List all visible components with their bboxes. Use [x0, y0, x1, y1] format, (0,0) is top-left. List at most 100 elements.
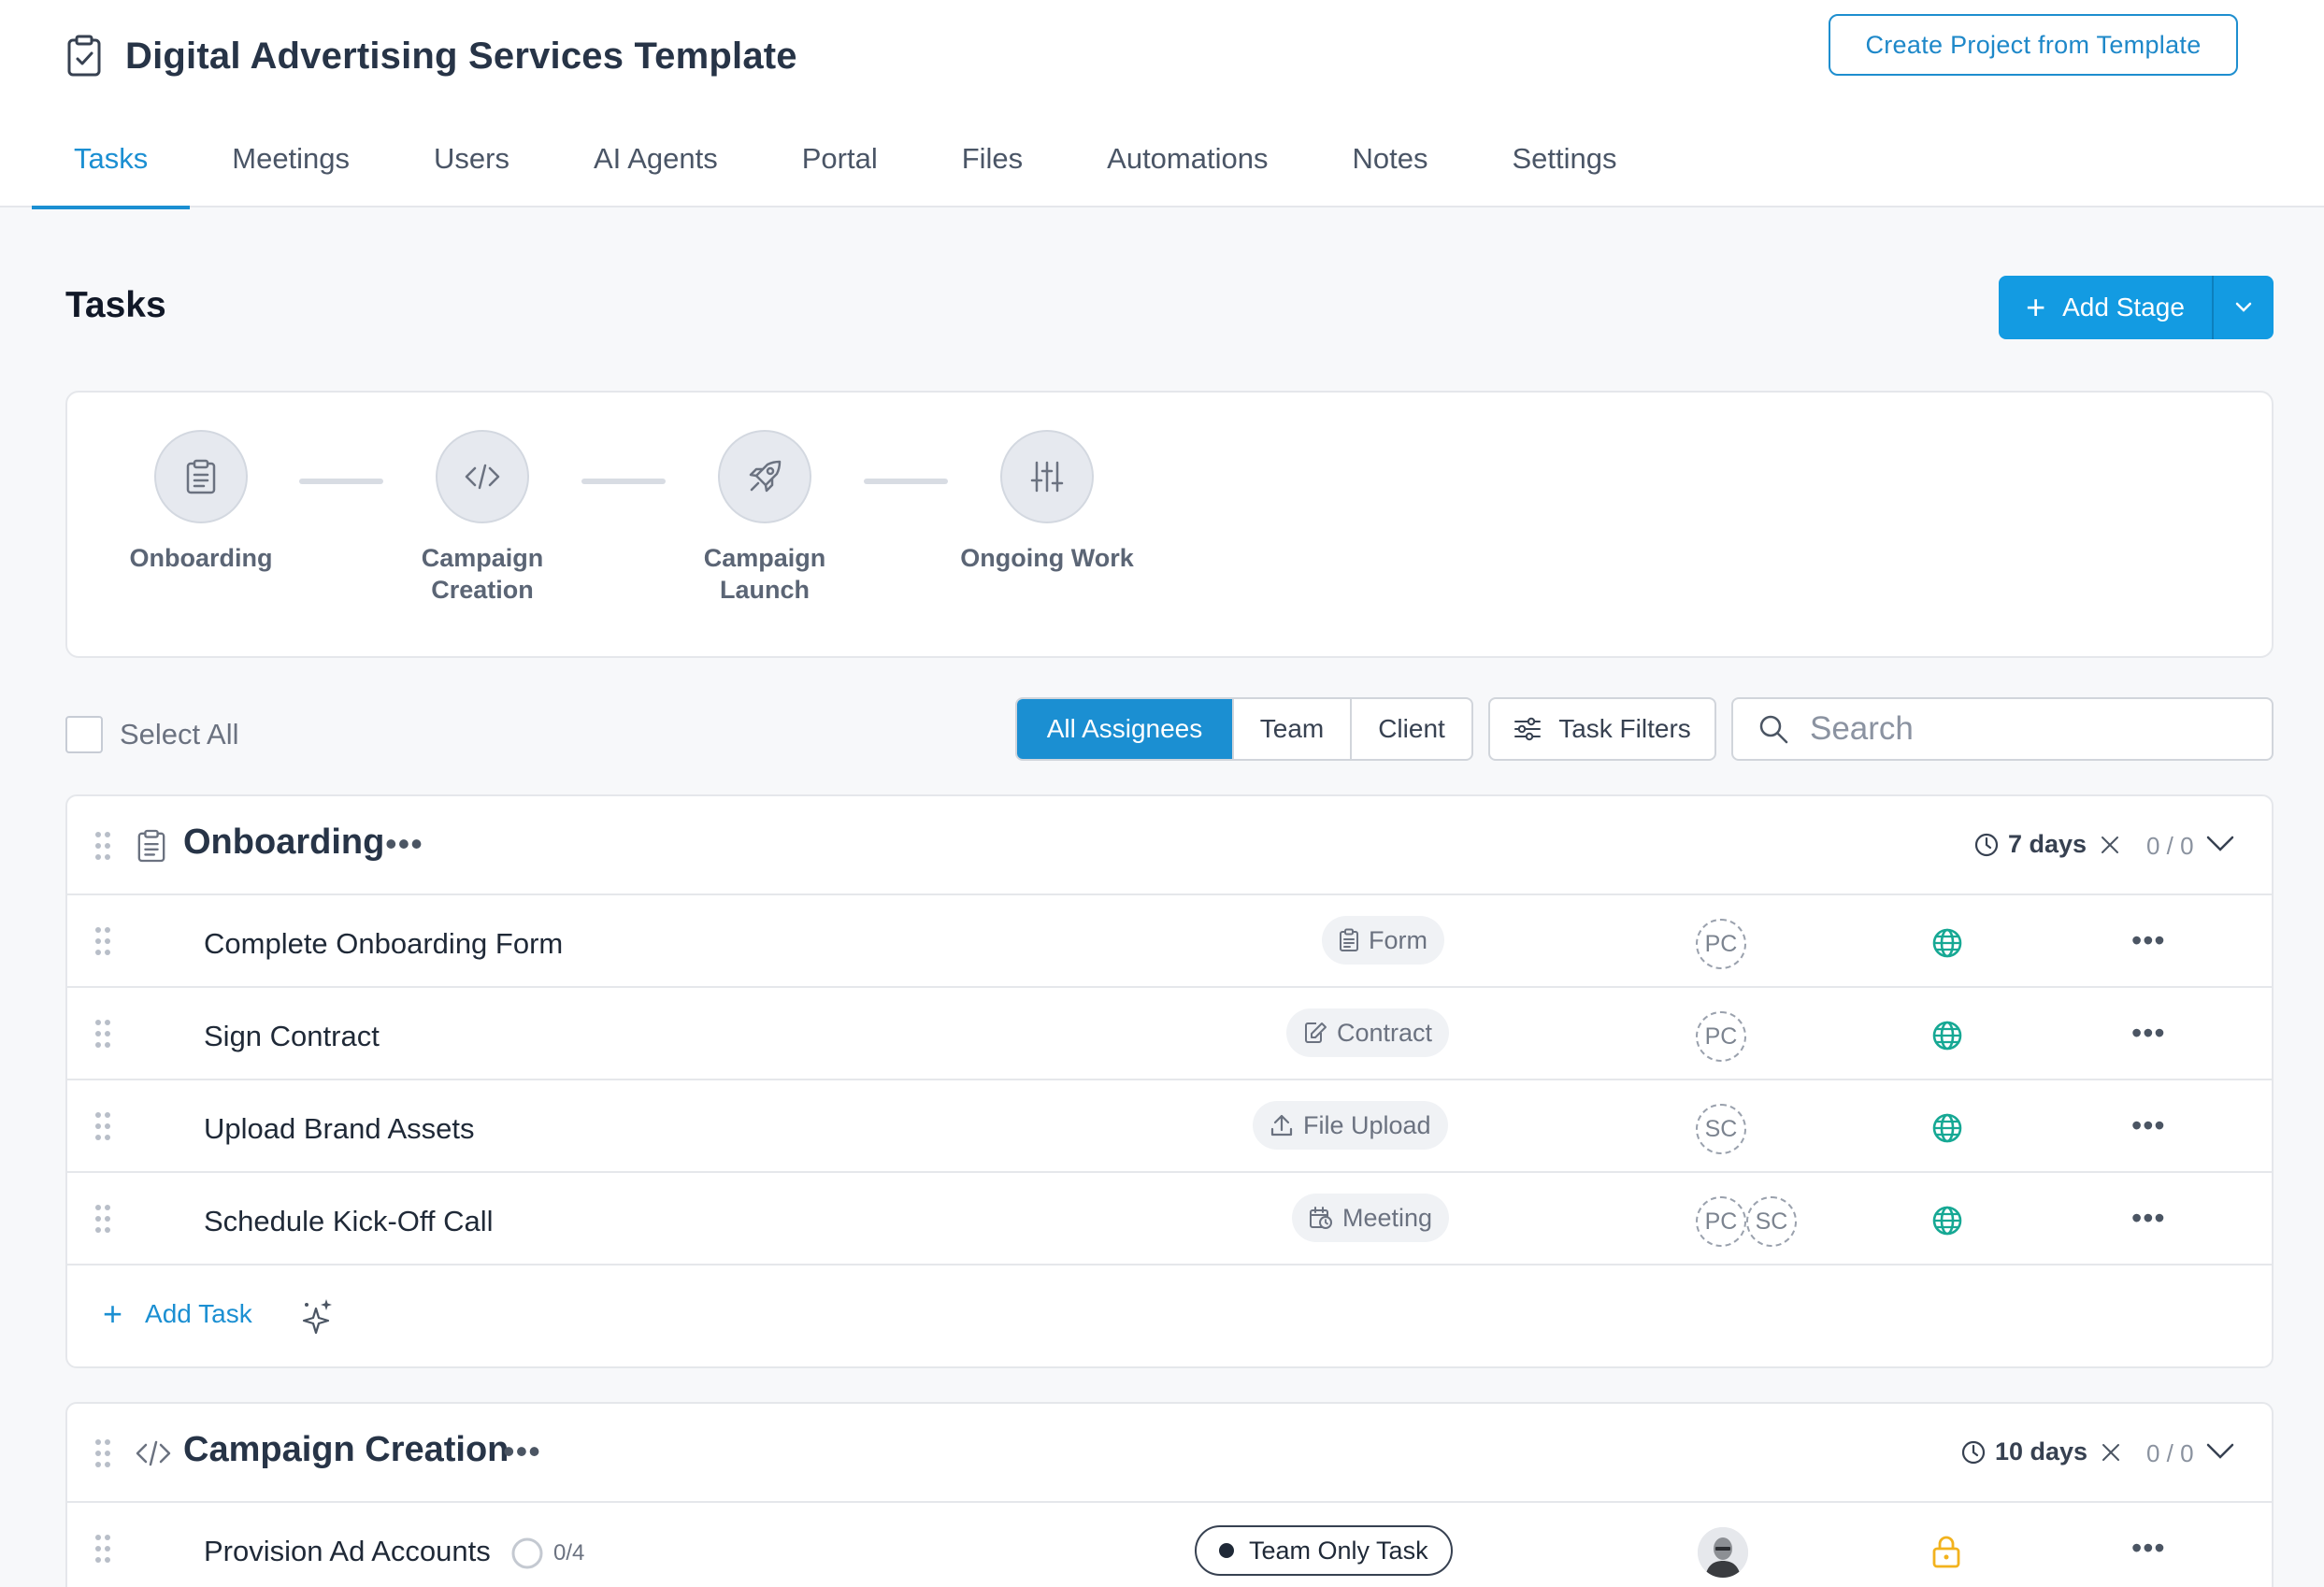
add-stage-split-button: + Add Stage — [1999, 276, 2274, 339]
stage-circle[interactable] — [1000, 430, 1094, 523]
stage-connector — [581, 479, 666, 484]
add-stage-button[interactable]: + Add Stage — [1999, 276, 2212, 339]
person-photo-icon — [1698, 1527, 1748, 1578]
lock-icon[interactable] — [1931, 1535, 1961, 1568]
stage-campaign-launch[interactable]: Campaign Launch — [671, 430, 858, 606]
top-bar: Digital Advertising Services Template Cr… — [0, 0, 2324, 209]
task-type-label: File Upload — [1303, 1110, 1431, 1139]
drag-handle-icon[interactable] — [95, 1020, 110, 1048]
globe-icon[interactable] — [1931, 1020, 1963, 1051]
assignee-filter: All Assignees Team Client — [1015, 697, 1473, 761]
group-title[interactable]: Onboarding — [183, 822, 384, 863]
drag-handle-icon[interactable] — [95, 1535, 110, 1563]
chevron-down-icon[interactable] — [2206, 836, 2234, 852]
filter-all-assignees[interactable]: All Assignees — [1017, 699, 1232, 759]
upload-icon — [1270, 1114, 1293, 1137]
add-task-label: Add Task — [145, 1299, 252, 1328]
drag-handle-icon[interactable] — [95, 1112, 110, 1140]
more-options-icon[interactable]: ••• — [385, 824, 423, 864]
stage-label: Ongoing Work — [960, 544, 1134, 572]
filter-team[interactable]: Team — [1232, 699, 1350, 759]
select-all-checkbox[interactable] — [65, 716, 103, 753]
select-all-label: Select All — [120, 718, 239, 751]
stage-connector — [299, 479, 383, 484]
assignee-avatar-photo[interactable] — [1698, 1527, 1748, 1578]
add-stage-dropdown-button[interactable] — [2212, 276, 2274, 339]
assignee-avatar[interactable]: PC — [1696, 1011, 1746, 1062]
add-task-button[interactable]: + Add Task — [103, 1297, 252, 1331]
task-name[interactable]: Sign Contract — [204, 1020, 380, 1053]
tab-portal[interactable]: Portal — [760, 110, 920, 207]
group-header: Campaign Creation ••• 10 days 0 / 0 — [67, 1404, 2272, 1503]
globe-icon[interactable] — [1931, 1112, 1963, 1144]
clipboard-check-icon — [67, 35, 101, 77]
duration-label: 7 days — [2008, 830, 2087, 858]
stage-circle[interactable] — [154, 430, 248, 523]
group-title[interactable]: Campaign Creation — [183, 1430, 509, 1470]
add-stage-label: Add Stage — [2062, 293, 2185, 322]
more-options-icon[interactable]: ••• — [2131, 1201, 2166, 1236]
tab-automations[interactable]: Automations — [1065, 110, 1310, 207]
stage-group-campaign-creation: Campaign Creation ••• 10 days 0 / 0 Prov… — [65, 1402, 2274, 1587]
code-icon — [136, 1440, 171, 1466]
ai-sparkle-icon[interactable] — [301, 1297, 335, 1335]
chevron-down-icon[interactable] — [2206, 1443, 2234, 1460]
more-options-icon[interactable]: ••• — [2131, 1531, 2166, 1566]
stage-campaign-creation[interactable]: Campaign Creation — [389, 430, 576, 606]
stage-label: Onboarding — [129, 544, 273, 572]
stage-duration: 10 days — [1961, 1437, 2130, 1466]
tab-users[interactable]: Users — [392, 110, 552, 207]
more-options-icon[interactable]: ••• — [2131, 1016, 2166, 1051]
clear-duration-icon[interactable] — [2100, 835, 2120, 855]
assignee-avatar[interactable]: PC — [1696, 919, 1746, 969]
tab-settings[interactable]: Settings — [1470, 110, 1658, 207]
globe-icon[interactable] — [1931, 927, 1963, 959]
plus-icon: + — [103, 1294, 123, 1333]
tab-files[interactable]: Files — [920, 110, 1065, 207]
tab-ai-agents[interactable]: AI Agents — [552, 110, 760, 207]
task-name[interactable]: Upload Brand Assets — [204, 1112, 475, 1146]
more-options-icon[interactable]: ••• — [2131, 1108, 2166, 1143]
stages-overview: Onboarding Campaign Creation Campaign La… — [65, 391, 2274, 658]
stage-onboarding[interactable]: Onboarding — [108, 430, 294, 574]
globe-icon[interactable] — [1931, 1205, 1963, 1237]
tab-notes[interactable]: Notes — [1310, 110, 1470, 207]
clock-icon — [1974, 833, 1999, 856]
search-input[interactable] — [1810, 710, 2221, 748]
more-options-icon[interactable]: ••• — [2131, 923, 2166, 958]
duration-label: 10 days — [1995, 1437, 2088, 1465]
create-project-from-template-button[interactable]: Create Project from Template — [1829, 14, 2238, 76]
task-type-badge: Form — [1322, 916, 1444, 965]
assignee-avatar[interactable]: SC — [1746, 1196, 1797, 1247]
task-row[interactable]: Provision Ad Accounts 0/4 Team Only Task… — [67, 1503, 2272, 1587]
stage-circle[interactable] — [718, 430, 811, 523]
group-header: Onboarding ••• 7 days 0 / 0 — [67, 796, 2272, 895]
task-name[interactable]: Provision Ad Accounts — [204, 1535, 491, 1568]
task-row[interactable]: Schedule Kick-Off Call Meeting PC SC ••• — [67, 1173, 2272, 1265]
drag-handle-icon[interactable] — [95, 927, 110, 955]
drag-handle-icon[interactable] — [95, 832, 110, 860]
task-row[interactable]: Upload Brand Assets File Upload SC ••• — [67, 1080, 2272, 1173]
drag-handle-icon[interactable] — [95, 1439, 110, 1467]
stage-group-onboarding: Onboarding ••• 7 days 0 / 0 Complete Onb… — [65, 794, 2274, 1368]
contract-icon — [1305, 1022, 1327, 1043]
select-all[interactable]: Select All — [65, 716, 239, 753]
tab-meetings[interactable]: Meetings — [190, 110, 392, 207]
task-name[interactable]: Complete Onboarding Form — [204, 927, 563, 961]
more-options-icon[interactable]: ••• — [503, 1432, 541, 1471]
task-row[interactable]: Sign Contract Contract PC ••• — [67, 988, 2272, 1080]
tab-tasks[interactable]: Tasks — [32, 110, 191, 209]
stage-circle[interactable] — [436, 430, 529, 523]
page-title: Digital Advertising Services Template — [125, 35, 797, 77]
subtask-count: 0/4 — [553, 1540, 585, 1566]
assignee-avatar[interactable]: PC — [1696, 1196, 1746, 1247]
assignee-avatar[interactable]: SC — [1696, 1104, 1746, 1154]
task-name[interactable]: Schedule Kick-Off Call — [204, 1205, 494, 1238]
filter-client[interactable]: Client — [1350, 699, 1471, 759]
clear-duration-icon[interactable] — [2101, 1442, 2121, 1463]
drag-handle-icon[interactable] — [95, 1205, 110, 1233]
status-dot — [1219, 1543, 1234, 1558]
task-filters-button[interactable]: Task Filters — [1488, 697, 1716, 761]
task-row[interactable]: Complete Onboarding Form Form PC ••• — [67, 895, 2272, 988]
stage-ongoing-work[interactable]: Ongoing Work — [954, 430, 1140, 574]
